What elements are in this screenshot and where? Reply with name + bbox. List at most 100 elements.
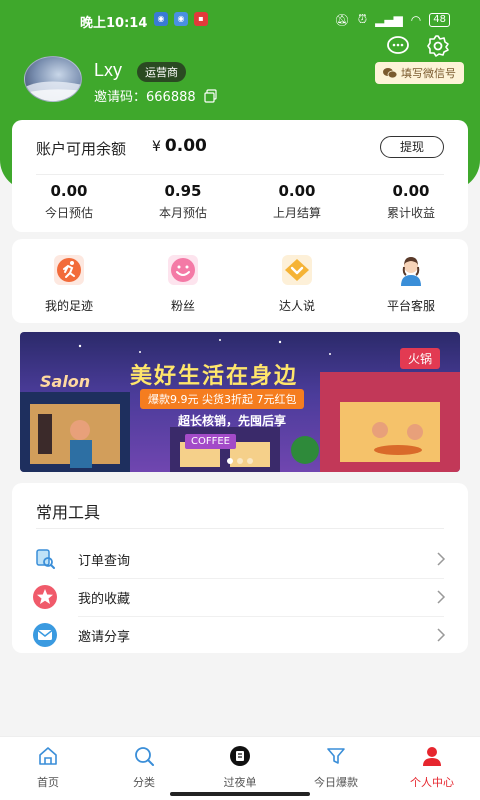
shortcut-influencer[interactable]: 达人说 — [240, 239, 354, 323]
tool-label: 订单查询 — [78, 553, 131, 569]
balance-value: 0.00 — [164, 136, 207, 156]
filter-icon — [327, 748, 345, 764]
banner-title: 美好生活在身边 — [130, 364, 299, 389]
wifi-icon: ◠ — [410, 12, 422, 27]
banner-slogan: 超长核销，先囤后享 — [178, 414, 287, 428]
stat-value: 0.00 — [278, 182, 316, 200]
invite-code-row: 邀请码：666888 — [94, 86, 218, 105]
invite-code: 邀请码：666888 — [94, 90, 196, 105]
tools-card: 常用工具 订单查询 我的收藏 邀请分享 — [12, 483, 468, 653]
chevron-right-icon — [437, 552, 446, 566]
header-actions — [386, 34, 450, 58]
banner-hotpot-sign: 火锅 — [399, 348, 440, 369]
home-indicator[interactable] — [170, 792, 310, 796]
avatar-image — [25, 81, 81, 101]
banner-salon-sign: Salon — [40, 372, 91, 391]
carousel-dot — [227, 458, 233, 464]
battery-icon: 48 — [429, 12, 450, 27]
status-time: 晚上10:14 — [80, 16, 148, 31]
balance-amount: ¥0.00 — [152, 136, 207, 156]
shortcut-customer-service[interactable]: 平台客服 — [354, 239, 468, 323]
divider — [36, 174, 444, 175]
balance-label: 账户可用余额 — [36, 140, 127, 158]
divider — [36, 528, 444, 529]
wechat-icon — [383, 68, 397, 79]
signal-icon: ▂▄▆ — [375, 12, 403, 27]
tab-night-order[interactable]: 过夜单 — [192, 737, 288, 800]
promo-banner[interactable]: Salon 美好生活在身边 爆款9.9元 尖货3折起 7元红包 超长核销，先囤后… — [20, 332, 460, 472]
balance-card: 账户可用余额 ¥0.00 提现 0.00 今日预估 0.95 本月预估 0.00… — [12, 120, 468, 232]
star-icon — [33, 585, 57, 609]
tab-category[interactable]: 分类 — [96, 737, 192, 800]
currency-symbol: ¥ — [152, 139, 161, 155]
shortcut-footprints[interactable]: 我的足迹 — [12, 239, 126, 323]
copy-icon[interactable] — [204, 88, 218, 103]
tab-label: 过夜单 — [223, 776, 257, 789]
user-icon — [423, 747, 441, 766]
carousel-dot — [237, 458, 243, 464]
tool-order-search[interactable]: 订单查询 — [12, 540, 468, 578]
stat-value: 0.00 — [50, 182, 88, 200]
app-icon: ◉ — [154, 12, 168, 26]
stat-value: 0.95 — [164, 182, 202, 200]
stat-value: 0.00 — [392, 182, 430, 200]
status-indicators: 🔕︎ ⏰︎ ▂▄▆ ◠ 48 — [334, 12, 450, 27]
shortcut-label: 达人说 — [278, 299, 315, 313]
username: Lxy — [94, 60, 123, 80]
tab-hot-today[interactable]: 今日爆款 — [288, 737, 384, 800]
tab-profile[interactable]: 个人中心 — [384, 737, 480, 800]
chevron-right-icon — [437, 628, 446, 642]
order-search-icon — [36, 549, 55, 569]
tool-favorites[interactable]: 我的收藏 — [12, 578, 468, 616]
stat-label: 本月预估 — [158, 206, 207, 220]
shortcut-fans[interactable]: 粉丝 — [126, 239, 240, 323]
app-icon: ◉ — [174, 12, 188, 26]
tab-label: 分类 — [133, 776, 155, 789]
stat-label: 今日预估 — [44, 206, 93, 220]
app-icon: ▪ — [194, 12, 208, 26]
stat-label: 累计收益 — [386, 206, 435, 220]
fill-wechat-button[interactable]: 填写微信号 — [375, 62, 464, 84]
bottom-tab-bar: 首页 分类 过夜单 今日爆款 个人中心 — [0, 736, 480, 800]
withdraw-button[interactable]: 提现 — [380, 136, 444, 158]
shortcut-label: 粉丝 — [170, 299, 195, 313]
status-app-icons: ◉ ◉ ▪ — [154, 12, 208, 26]
tab-label: 今日爆款 — [314, 776, 358, 789]
night-order-icon — [230, 746, 250, 766]
stat-total[interactable]: 0.00 累计收益 — [354, 182, 468, 221]
tab-home[interactable]: 首页 — [0, 737, 96, 800]
mail-icon — [33, 623, 57, 647]
tool-label: 邀请分享 — [78, 629, 131, 645]
stat-this-month[interactable]: 0.95 本月预估 — [126, 182, 240, 221]
shortcut-grid: 我的足迹 粉丝 达人说 平台客服 — [12, 239, 468, 323]
running-icon — [54, 255, 84, 285]
avatar[interactable] — [24, 56, 82, 102]
home-icon — [39, 747, 57, 765]
carousel-indicator — [20, 458, 460, 464]
carousel-dot — [247, 458, 253, 464]
stat-label: 上月结算 — [272, 206, 321, 220]
mute-icon: 🔕︎ — [334, 12, 350, 27]
smile-icon — [168, 255, 198, 285]
tool-invite-share[interactable]: 邀请分享 — [12, 616, 468, 654]
stat-last-month[interactable]: 0.00 上月结算 — [240, 182, 354, 221]
fill-wechat-label: 填写微信号 — [401, 67, 456, 80]
tool-label: 我的收藏 — [78, 591, 131, 607]
message-icon[interactable] — [386, 34, 410, 58]
shortcut-label: 平台客服 — [386, 299, 435, 313]
shortcut-label: 我的足迹 — [44, 299, 93, 313]
heart-chat-icon — [282, 255, 312, 285]
settings-icon[interactable] — [426, 34, 450, 58]
chevron-right-icon — [437, 590, 446, 604]
role-badge: 运营商 — [137, 62, 186, 82]
search-icon — [135, 747, 154, 766]
tab-label: 个人中心 — [410, 776, 454, 789]
stat-today[interactable]: 0.00 今日预估 — [12, 182, 126, 221]
tools-title: 常用工具 — [36, 503, 101, 522]
earnings-stats: 0.00 今日预估 0.95 本月预估 0.00 上月结算 0.00 累计收益 — [12, 182, 468, 221]
banner-subtitle: 爆款9.9元 尖货3折起 7元红包 — [140, 389, 305, 409]
customer-service-icon — [401, 257, 421, 286]
alarm-icon: ⏰︎ — [357, 12, 368, 26]
banner-coffee-sign: COFFEE — [185, 434, 236, 449]
tab-label: 首页 — [37, 776, 59, 789]
